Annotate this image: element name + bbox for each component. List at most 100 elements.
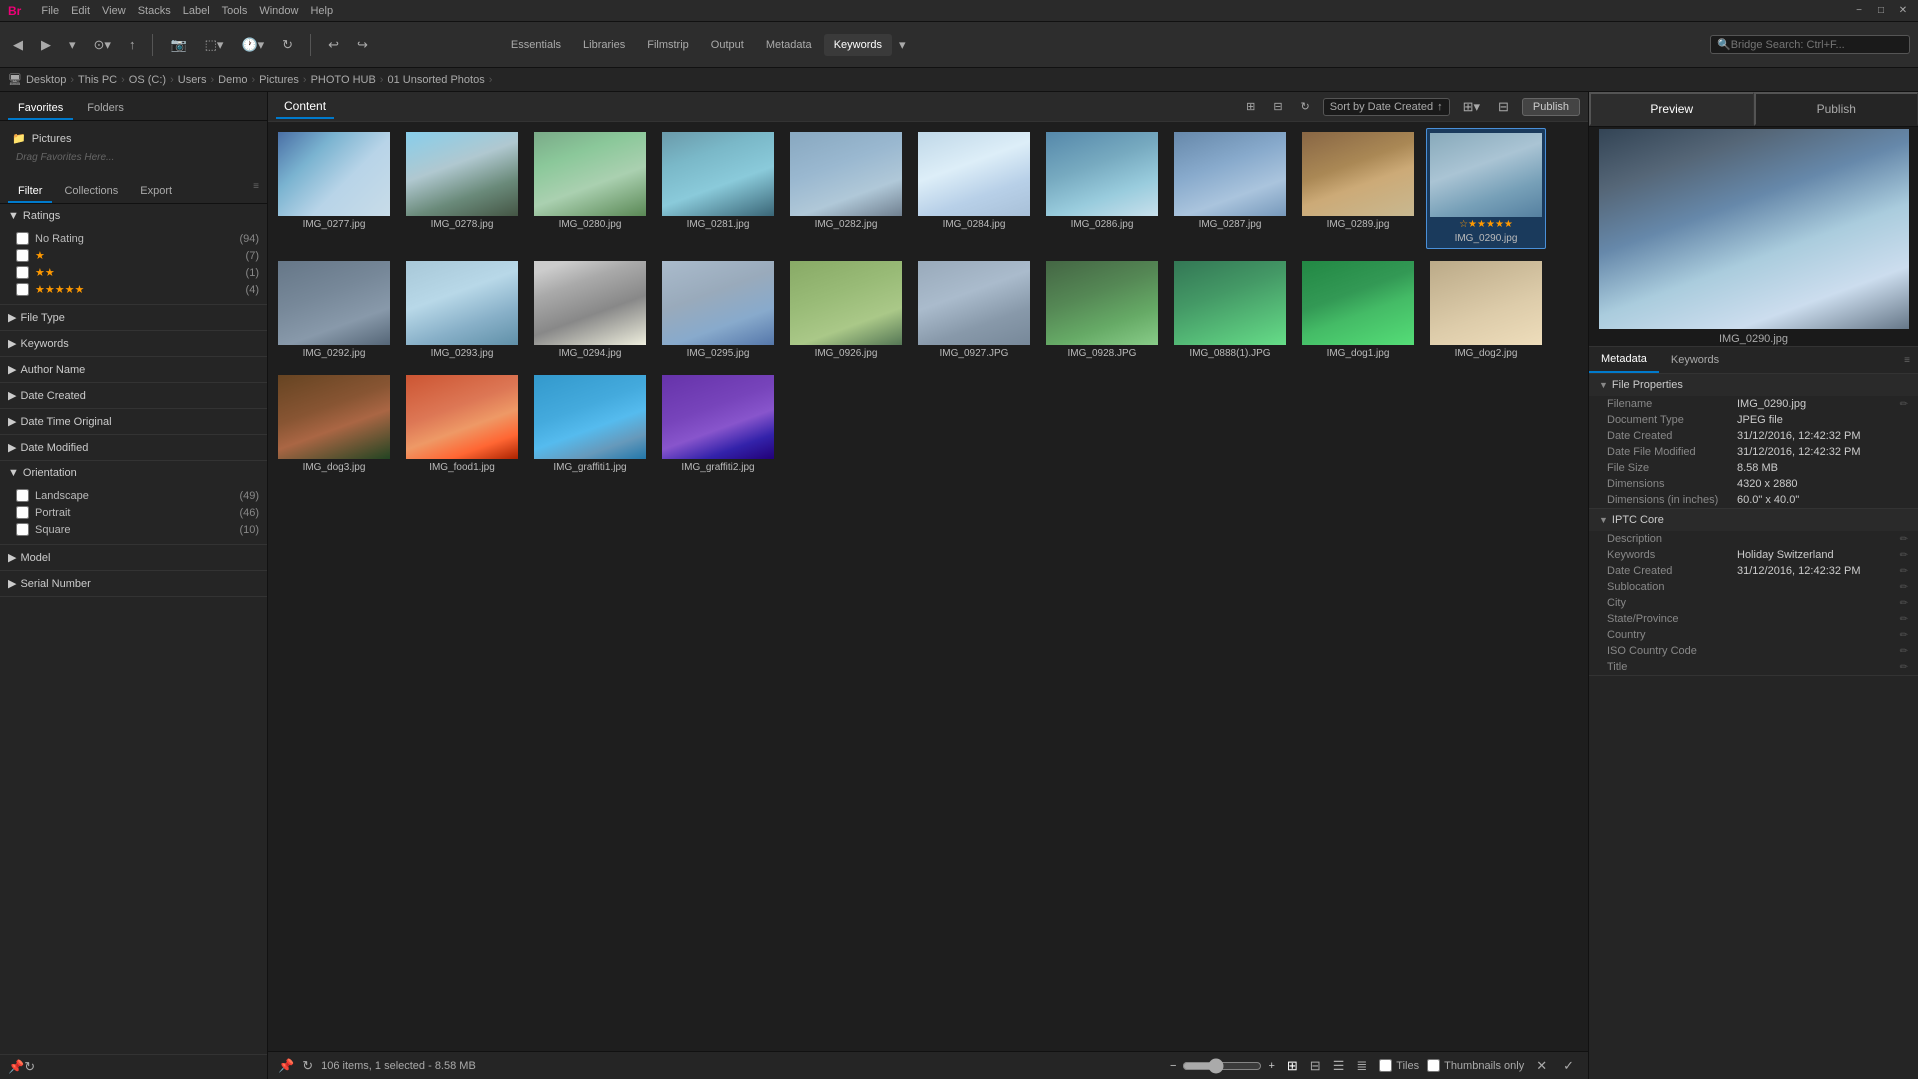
- filter-square[interactable]: Square (10): [16, 521, 259, 538]
- filter-landscape-checkbox[interactable]: [16, 489, 29, 502]
- filter-sort-icon[interactable]: ⊞: [1241, 97, 1260, 116]
- tab-preview[interactable]: Preview: [1589, 92, 1754, 126]
- refresh-content-button[interactable]: ↻: [1296, 97, 1315, 116]
- tab-folders[interactable]: Folders: [77, 98, 134, 120]
- thumb-item-16[interactable]: IMG_0928.JPG: [1042, 257, 1162, 363]
- filter-menu-icon[interactable]: ≡: [253, 181, 259, 203]
- breadcrumb-thispc[interactable]: This PC: [78, 74, 117, 86]
- edit-iso-country-code-icon[interactable]: ✏: [1900, 646, 1908, 657]
- edit-filename-icon[interactable]: ✏: [1900, 399, 1908, 410]
- menu-label[interactable]: Label: [183, 5, 210, 17]
- get-photos-button[interactable]: 📷: [165, 34, 191, 56]
- maximize-button[interactable]: □: [1874, 4, 1888, 18]
- thumb-item-7[interactable]: IMG_0287.jpg: [1170, 128, 1290, 249]
- edit-keywords-icon[interactable]: ✏: [1900, 550, 1908, 561]
- tab-libraries[interactable]: Libraries: [573, 34, 635, 56]
- breadcrumb-pictures[interactable]: Pictures: [259, 74, 299, 86]
- tiles-checkbox[interactable]: [1379, 1059, 1392, 1072]
- filter-filetype-header[interactable]: ▶ File Type: [0, 305, 267, 330]
- favorite-pictures[interactable]: 📁 Pictures: [8, 129, 259, 148]
- refine-button[interactable]: ⬚▾: [200, 34, 229, 56]
- thumb-item-17[interactable]: IMG_0888(1).JPG: [1170, 257, 1290, 363]
- content-tab-label[interactable]: Content: [276, 95, 334, 119]
- breadcrumb-os[interactable]: OS (C:): [129, 74, 166, 86]
- open-recent-button[interactable]: 🕐▾: [236, 34, 269, 56]
- edit-country-icon[interactable]: ✏: [1900, 630, 1908, 641]
- filter-ratings-header[interactable]: ▼ Ratings: [0, 204, 267, 228]
- filter-model-header[interactable]: ▶ Model: [0, 545, 267, 570]
- tab-export[interactable]: Export: [130, 181, 182, 203]
- filter-datecreated-header[interactable]: ▶ Date Created: [0, 383, 267, 408]
- thumb-item-12[interactable]: IMG_0294.jpg: [530, 257, 650, 363]
- nav-recent-button[interactable]: ▾: [64, 34, 81, 56]
- file-properties-header[interactable]: ▼ File Properties: [1589, 374, 1918, 396]
- thumb-item-4[interactable]: IMG_0282.jpg: [786, 128, 906, 249]
- breadcrumb-users[interactable]: Users: [178, 74, 207, 86]
- filter-datemodified-header[interactable]: ▶ Date Modified: [0, 435, 267, 460]
- tab-publish-right[interactable]: Publish: [1754, 92, 1918, 126]
- filter-5star-checkbox[interactable]: [16, 283, 29, 296]
- thumb-item-2[interactable]: IMG_0280.jpg: [530, 128, 650, 249]
- filter-orientation-header[interactable]: ▼ Orientation: [0, 461, 267, 485]
- search-input[interactable]: [1731, 39, 1903, 51]
- thumb-item-13[interactable]: IMG_0295.jpg: [658, 257, 778, 363]
- zoom-minus-icon[interactable]: −: [1170, 1060, 1176, 1072]
- thumb-item-10[interactable]: IMG_0292.jpg: [274, 257, 394, 363]
- filter-2star[interactable]: ★★ (1): [16, 264, 259, 281]
- tab-metadata-right[interactable]: Metadata: [1589, 347, 1659, 373]
- redo-button[interactable]: ↪: [352, 34, 373, 56]
- thumb-item-1[interactable]: IMG_0278.jpg: [402, 128, 522, 249]
- edit-state-icon[interactable]: ✏: [1900, 614, 1908, 625]
- thumb-item-14[interactable]: IMG_0926.jpg: [786, 257, 906, 363]
- tab-filter[interactable]: Filter: [8, 181, 52, 203]
- thumbnails-only-checkbox[interactable]: [1427, 1059, 1440, 1072]
- pin-button[interactable]: 📌: [8, 1059, 24, 1075]
- edit-iptc-datecreated-icon[interactable]: ✏: [1900, 566, 1908, 577]
- filter-1star-checkbox[interactable]: [16, 249, 29, 262]
- filter-keywords-header[interactable]: ▶ Keywords: [0, 331, 267, 356]
- nav-forward-button[interactable]: ▶: [36, 34, 56, 56]
- sort-dropdown[interactable]: Sort by Date Created ↑: [1323, 98, 1450, 116]
- breadcrumb-photohub[interactable]: PHOTO HUB: [311, 74, 376, 86]
- status-pin-button[interactable]: 📌: [278, 1058, 294, 1074]
- thumb-item-3[interactable]: IMG_0281.jpg: [658, 128, 778, 249]
- tab-output[interactable]: Output: [701, 34, 754, 56]
- menu-view[interactable]: View: [102, 5, 126, 17]
- zoom-plus-icon[interactable]: +: [1268, 1060, 1274, 1072]
- filter-serialnumber-header[interactable]: ▶ Serial Number: [0, 571, 267, 596]
- tab-keywords[interactable]: Keywords: [824, 34, 892, 56]
- filter-datetimeoriginal-header[interactable]: ▶ Date Time Original: [0, 409, 267, 434]
- thumb-item-15[interactable]: IMG_0927.JPG: [914, 257, 1034, 363]
- tab-keywords-right[interactable]: Keywords: [1659, 348, 1731, 372]
- thumb-item-6[interactable]: IMG_0286.jpg: [1042, 128, 1162, 249]
- filter-no-rating[interactable]: No Rating (94): [16, 230, 259, 247]
- view-grid2-button[interactable]: ⊟: [1306, 1056, 1325, 1076]
- menu-edit[interactable]: Edit: [71, 5, 90, 17]
- menu-help[interactable]: Help: [310, 5, 333, 17]
- tab-filmstrip[interactable]: Filmstrip: [637, 34, 699, 56]
- thumb-item-0[interactable]: IMG_0277.jpg: [274, 128, 394, 249]
- tab-essentials[interactable]: Essentials: [501, 34, 571, 56]
- undo-button[interactable]: ↩: [323, 34, 344, 56]
- thumb-item-23[interactable]: IMG_graffiti2.jpg: [658, 371, 778, 477]
- thumb-item-8[interactable]: IMG_0289.jpg: [1298, 128, 1418, 249]
- breadcrumb-desktop[interactable]: Desktop: [26, 74, 66, 86]
- refresh-button[interactable]: ↻: [277, 34, 298, 56]
- breadcrumb-current[interactable]: 01 Unsorted Photos: [387, 74, 484, 86]
- edit-sublocation-icon[interactable]: ✏: [1900, 582, 1908, 593]
- view-grid-button[interactable]: ⊞: [1283, 1056, 1302, 1076]
- zoom-range[interactable]: [1182, 1058, 1262, 1074]
- menu-file[interactable]: File: [41, 5, 59, 17]
- publish-button[interactable]: Publish: [1522, 98, 1580, 116]
- edit-description-icon[interactable]: ✏: [1900, 534, 1908, 545]
- more-workspaces-button[interactable]: ▾: [894, 34, 911, 56]
- close-button[interactable]: ✕: [1896, 4, 1910, 18]
- iptc-core-header[interactable]: ▼ IPTC Core: [1589, 509, 1918, 531]
- minimize-button[interactable]: −: [1852, 4, 1866, 18]
- tab-metadata[interactable]: Metadata: [756, 34, 822, 56]
- menu-window[interactable]: Window: [259, 5, 298, 17]
- edit-title-icon[interactable]: ✏: [1900, 662, 1908, 673]
- meta-menu-icon[interactable]: ≡: [1896, 349, 1918, 372]
- thumb-item-22[interactable]: IMG_graffiti1.jpg: [530, 371, 650, 477]
- filter-1star[interactable]: ★ (7): [16, 247, 259, 264]
